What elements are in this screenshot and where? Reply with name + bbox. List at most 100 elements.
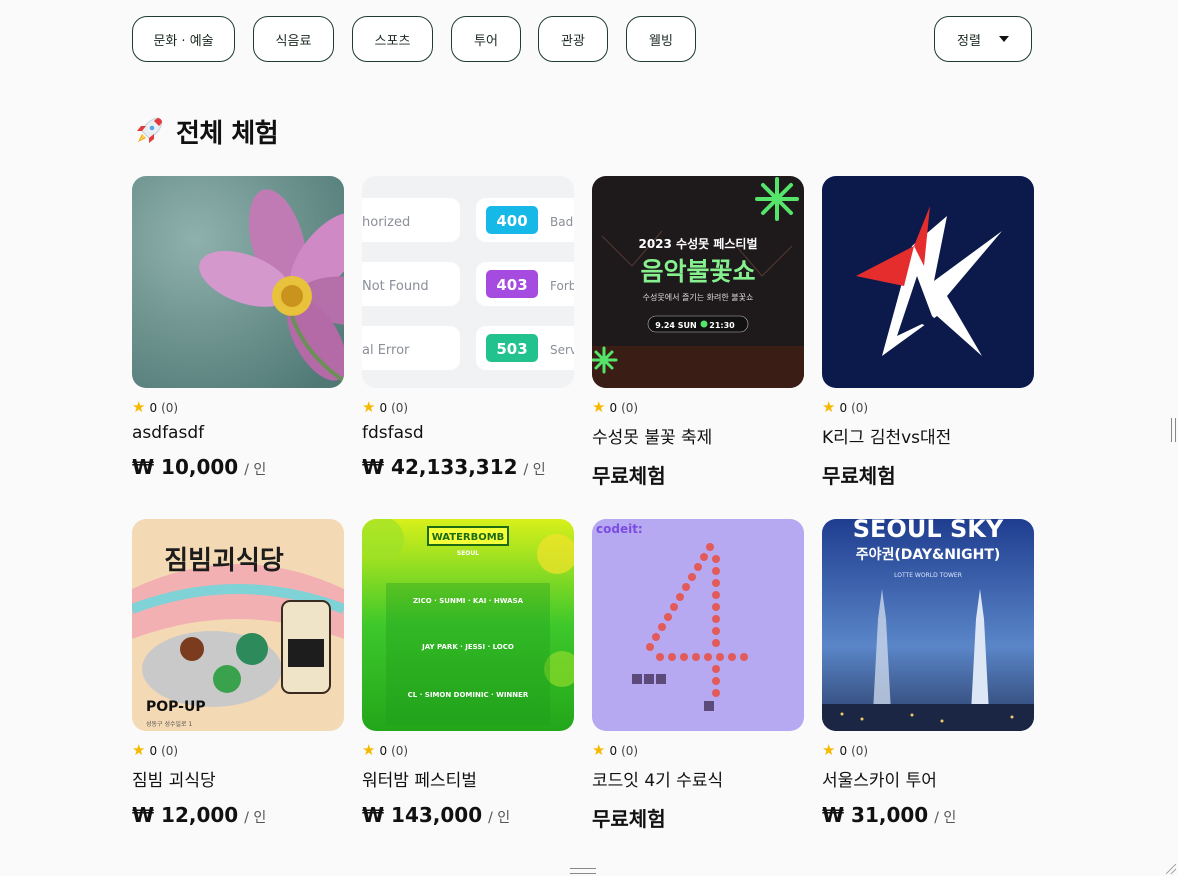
activity-card[interactable]: codeit: ★ 0 (0) 코드잇 4기 수료식 무료체험 (592, 519, 804, 832)
activity-image-flower[interactable] (132, 176, 344, 388)
image-text: 21:30 (709, 321, 735, 330)
rating: ★ 0 (0) (822, 400, 1034, 415)
activity-image-codeit[interactable]: codeit: (592, 519, 804, 731)
panel-resize-handle[interactable] (1171, 418, 1176, 442)
activity-title: 서울스카이 투어 (822, 771, 937, 791)
rating-value: 0 (379, 400, 388, 415)
review-count: (0) (851, 743, 869, 758)
image-text: WATERBOMB (432, 532, 505, 543)
review-count: (0) (621, 743, 639, 758)
activity-card[interactable]: WATERBOMB SEOUL ZICO · SUNMI · KAI · HWA… (362, 519, 574, 832)
review-count: (0) (161, 743, 179, 758)
image-text: 403 (496, 276, 527, 294)
activity-image-jimbeam-popup[interactable]: 짐빔괴식당 POP-UP 성동구 성수일로 1 (132, 519, 344, 731)
image-text: CL · SIMON DOMINIC · WINNER (408, 691, 529, 699)
rating-value: 0 (149, 400, 158, 415)
price-unit: / 인 (934, 810, 957, 826)
rating: ★ 0 (0) (132, 743, 344, 758)
star-icon: ★ (592, 741, 606, 759)
rating-value: 0 (609, 743, 618, 758)
activity-title: K리그 김천vs대전 (822, 428, 952, 448)
activity-image-waterbomb[interactable]: WATERBOMB SEOUL ZICO · SUNMI · KAI · HWA… (362, 519, 574, 731)
image-text: 성동구 성수일로 1 (146, 720, 192, 728)
rating: ★ 0 (0) (822, 743, 1034, 758)
activity-card[interactable]: 2023 수성못 페스티벌 음악불꽃쇼 수성못에서 즐기는 화려한 불꽃쇼 9.… (592, 176, 804, 489)
image-text: horized (362, 215, 410, 230)
sort-dropdown[interactable]: 정렬 (934, 16, 1032, 62)
rating: ★ 0 (0) (592, 400, 804, 415)
price-row: ₩ 12,000 / 인 (132, 803, 344, 827)
star-icon: ★ (822, 741, 836, 759)
price-unit: / 인 (244, 462, 267, 478)
sort-label: 정렬 (957, 33, 981, 49)
rating: ★ 0 (0) (132, 400, 344, 415)
image-text: codeit: (596, 522, 643, 536)
review-count: (0) (621, 400, 639, 415)
image-text: SEOUL (457, 550, 479, 557)
activity-title: 워터밤 페스티벌 (362, 771, 477, 791)
image-text: Serv (550, 343, 574, 357)
rating: ★ 0 (0) (362, 400, 574, 415)
image-text: 짐빔괴식당 (164, 546, 284, 576)
price-row: 무료체험 (592, 803, 804, 832)
image-text: ZICO · SUNMI · KAI · HWASA (413, 597, 524, 605)
activity-title: fdsfasd (362, 423, 424, 443)
activity-card[interactable]: horized Not Found al Error 400 403 503 B… (362, 176, 574, 489)
bottom-resize-handle[interactable] (570, 868, 596, 874)
image-text: Bad (550, 215, 573, 229)
star-icon: ★ (132, 398, 146, 416)
star-icon: ★ (822, 398, 836, 416)
price-unit: / 인 (244, 810, 267, 826)
activity-image-k-league[interactable] (822, 176, 1034, 388)
activity-card[interactable]: 짐빔괴식당 POP-UP 성동구 성수일로 1 ★ 0 (0) 짐빔 괴식당 ₩… (132, 519, 344, 832)
rating-value: 0 (379, 743, 388, 758)
rating-value: 0 (839, 743, 848, 758)
activity-image-http-status[interactable]: horized Not Found al Error 400 403 503 B… (362, 176, 574, 388)
image-text: al Error (362, 343, 410, 358)
review-count: (0) (391, 400, 409, 415)
activity-price: ₩ 12,000 (132, 803, 239, 827)
price-row: ₩ 42,133,312 / 인 (362, 455, 574, 479)
rocket-icon (137, 117, 163, 143)
activity-card[interactable]: SEOUL SKY 주야권(DAY&NIGHT) LOTTE WORLD TOW… (822, 519, 1034, 832)
star-icon: ★ (592, 398, 606, 416)
price-unit: / 인 (523, 462, 546, 478)
activity-card[interactable]: ★ 0 (0) K리그 김천vs대전 무료체험 (822, 176, 1034, 489)
image-text: 음악불꽃쇼 (640, 257, 755, 286)
activity-image-fireworks[interactable]: 2023 수성못 페스티벌 음악불꽃쇼 수성못에서 즐기는 화려한 불꽃쇼 9.… (592, 176, 804, 388)
activity-price: 무료체험 (592, 807, 666, 831)
category-chip-tour[interactable]: 투어 (451, 16, 521, 62)
price-row: 무료체험 (822, 460, 1034, 489)
image-text: 주야권(DAY&NIGHT) (856, 546, 1001, 563)
chevron-down-icon (998, 36, 1009, 42)
category-chip-sightseeing[interactable]: 관광 (538, 16, 608, 62)
category-chip-culture-art[interactable]: 문화 · 예술 (132, 16, 235, 62)
activity-title: 짐빔 괴식당 (132, 771, 216, 791)
activity-image-seoul-sky[interactable]: SEOUL SKY 주야권(DAY&NIGHT) LOTTE WORLD TOW… (822, 519, 1034, 731)
section-title: 전체 체험 (176, 118, 279, 149)
image-text: POP-UP (146, 699, 206, 715)
price-row: 무료체험 (592, 460, 804, 489)
category-chip-sports[interactable]: 스포츠 (352, 16, 433, 62)
image-text: LOTTE WORLD TOWER (894, 572, 962, 579)
activity-price: ₩ 42,133,312 (362, 455, 518, 479)
rating-value: 0 (839, 400, 848, 415)
category-chip-food[interactable]: 식음료 (253, 16, 334, 62)
section-header: 전체 체험 (132, 114, 279, 149)
price-row: ₩ 143,000 / 인 (362, 803, 574, 827)
rating-value: 0 (609, 400, 618, 415)
image-text: JAY PARK · JESSI · LOCO (421, 643, 514, 651)
activity-card[interactable]: ★ 0 (0) asdfasdf ₩ 10,000 / 인 (132, 176, 344, 489)
category-chip-wellbeing[interactable]: 웰빙 (626, 16, 696, 62)
price-row: ₩ 31,000 / 인 (822, 803, 1034, 827)
star-icon: ★ (362, 398, 376, 416)
activity-page: 문화 · 예술 식음료 스포츠 투어 관광 웰빙 정렬 전체 체험 ★ 0 (0… (132, 16, 1035, 831)
price-row: ₩ 10,000 / 인 (132, 455, 344, 479)
resize-grip-icon[interactable] (1166, 864, 1176, 874)
image-text: 2023 수성못 페스티벌 (638, 236, 757, 251)
rating: ★ 0 (0) (592, 743, 804, 758)
activity-price: ₩ 31,000 (822, 803, 929, 827)
price-unit: / 인 (488, 810, 511, 826)
rating-value: 0 (149, 743, 158, 758)
review-count: (0) (851, 400, 869, 415)
